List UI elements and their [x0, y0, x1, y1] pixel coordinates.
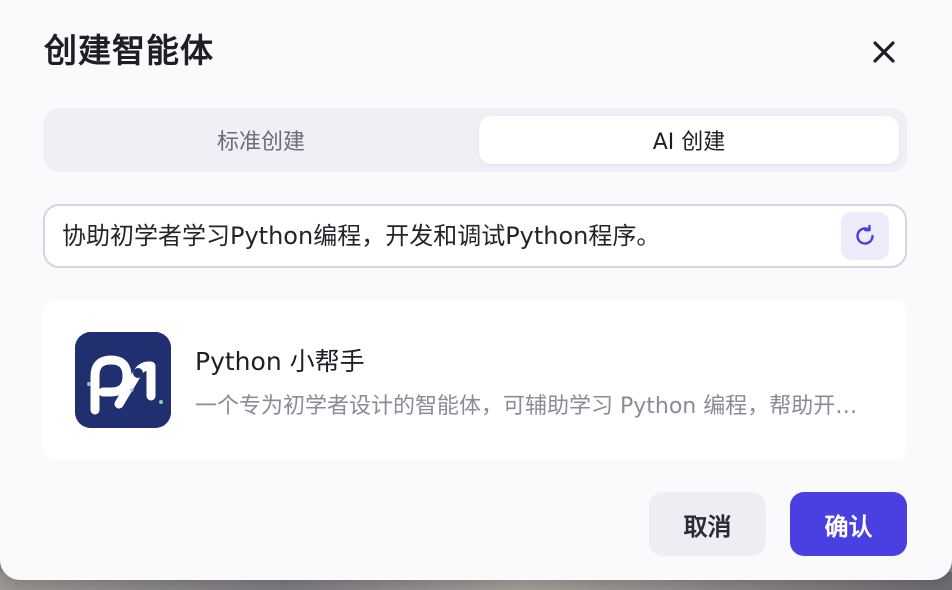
- confirm-button[interactable]: 确认: [790, 492, 907, 556]
- generated-agent-card[interactable]: Python 小帮手 一个专为初学者设计的智能体，可辅助学习 Python 编程…: [43, 300, 907, 460]
- ai-prompt-text[interactable]: 协助初学者学习Python编程，开发和调试Python程序。: [62, 206, 660, 266]
- close-icon: [873, 41, 895, 63]
- refresh-button[interactable]: [841, 212, 889, 260]
- close-button[interactable]: [864, 32, 904, 72]
- create-mode-tabs: 标准创建 AI 创建: [43, 108, 907, 172]
- cancel-button[interactable]: 取消: [649, 492, 766, 556]
- refresh-icon: [856, 224, 874, 245]
- tab-ai-create[interactable]: AI 创建: [479, 116, 899, 164]
- dialog-title: 创建智能体: [44, 31, 214, 70]
- tab-standard-create[interactable]: 标准创建: [51, 116, 471, 164]
- agent-description: 一个专为初学者设计的智能体，可辅助学习 Python 编程，帮助开发和调试 Py…: [195, 394, 867, 419]
- ai-prompt-input[interactable]: 协助初学者学习Python编程，开发和调试Python程序。: [43, 204, 907, 268]
- agent-name: Python 小帮手: [195, 347, 365, 376]
- create-agent-dialog: 创建智能体 标准创建 AI 创建 协助初学者学习Python编程，开发和调试Py…: [0, 0, 952, 580]
- python-helper-logo: [75, 332, 171, 428]
